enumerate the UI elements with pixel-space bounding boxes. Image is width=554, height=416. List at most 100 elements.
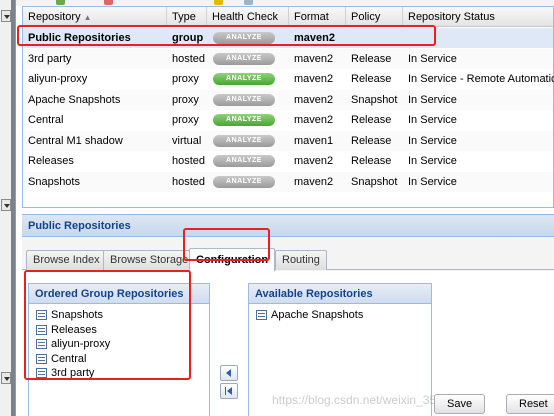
refresh-icon[interactable] xyxy=(244,0,253,5)
analyze-button[interactable]: ANALYZE xyxy=(213,155,275,167)
list-item[interactable]: 3rd party xyxy=(29,366,209,381)
add-icon[interactable] xyxy=(56,0,65,5)
detail-panel-title: Public Repositories xyxy=(22,215,554,237)
analyze-button[interactable]: ANALYZE xyxy=(213,114,275,126)
column-label: Repository Status xyxy=(408,11,495,23)
column-label: Type xyxy=(172,11,196,23)
table-row[interactable]: Central M1 shadow virtual maven1 Release In … xyxy=(23,130,553,151)
list-item[interactable]: Releases xyxy=(29,323,209,338)
type-cell: proxy xyxy=(172,93,199,106)
list-item-label: Apache Snapshots xyxy=(271,309,364,321)
table-row[interactable]: Apache Snapshots proxy maven2 Snapshot In Se… xyxy=(23,89,553,110)
table-row[interactable]: Public Repositories group maven2 ANALYZE xyxy=(23,28,553,48)
collapse-dropdown-icon[interactable] xyxy=(1,10,11,22)
table-row[interactable]: Snapshots hosted maven2 Snapshot In Service A… xyxy=(23,171,553,192)
move-first-button[interactable] xyxy=(220,383,238,399)
column-label: Repository xyxy=(28,11,81,23)
left-panel-edge xyxy=(0,0,16,416)
analyze-button[interactable]: ANALYZE xyxy=(213,32,275,44)
tab-browse-storage[interactable]: Browse Storage xyxy=(103,250,196,270)
type-cell: proxy xyxy=(172,114,199,126)
repository-icon xyxy=(36,324,47,335)
repository-icon xyxy=(256,310,267,320)
format-cell: maven1 xyxy=(294,134,334,147)
column-header-repository-status[interactable]: Repository Status xyxy=(403,7,554,27)
folder-icon[interactable] xyxy=(214,0,223,5)
type-cell: hosted xyxy=(172,155,206,167)
repository-name-cell: 3rd party xyxy=(28,52,72,65)
format-cell: maven2 xyxy=(294,32,335,44)
grid-header: Repository ▲ Type Health Check Format Pol… xyxy=(23,7,553,27)
policy-cell: Release xyxy=(351,52,392,65)
policy-cell: Release xyxy=(351,73,392,85)
table-row[interactable]: Central proxy maven2 Release In Service ANALY… xyxy=(23,110,553,130)
column-header-type[interactable]: Type xyxy=(167,7,207,27)
analyze-button[interactable]: ANALYZE xyxy=(213,52,275,65)
format-cell: maven2 xyxy=(294,52,334,65)
analyze-button[interactable]: ANALYZE xyxy=(213,134,275,147)
available-repositories-title: Available Repositories xyxy=(249,284,431,304)
format-cell: maven2 xyxy=(294,73,334,85)
delete-icon[interactable] xyxy=(104,0,113,5)
ordered-group-title: Ordered Group Repositories xyxy=(29,284,209,304)
repository-name-cell: aliyun-proxy xyxy=(28,73,88,85)
column-header-health-check[interactable]: Health Check xyxy=(207,7,289,27)
repository-name-cell: Snapshots xyxy=(28,175,80,188)
list-item-label: aliyun-proxy xyxy=(51,338,111,351)
policy-cell: Release xyxy=(351,155,392,167)
detail-panel: Public Repositories Browse Index Browse … xyxy=(22,214,554,416)
repository-icon xyxy=(36,310,47,320)
type-cell: hosted xyxy=(172,52,206,65)
tab-strip: Browse Index Browse Storage Configuratio… xyxy=(22,237,554,271)
collapse-dropdown-icon[interactable] xyxy=(1,372,11,384)
save-button[interactable]: Save xyxy=(434,394,486,414)
repository-icon xyxy=(36,353,47,364)
collapse-dropdown-icon[interactable] xyxy=(1,199,11,211)
repository-icon xyxy=(36,368,47,379)
type-cell: group xyxy=(172,32,204,44)
tab-browse-index[interactable]: Browse Index xyxy=(26,250,107,270)
analyze-button[interactable]: ANALYZE xyxy=(213,93,275,106)
column-header-policy[interactable]: Policy xyxy=(346,7,403,27)
analyze-button[interactable]: ANALYZE xyxy=(213,175,275,188)
status-cell: In Service xyxy=(408,175,457,188)
column-header-repository[interactable]: Repository ▲ xyxy=(23,7,167,27)
column-label: Policy xyxy=(351,11,381,23)
table-row[interactable]: 3rd party hosted maven2 Release In Service AN… xyxy=(23,48,553,69)
splitter[interactable] xyxy=(11,0,15,416)
list-item[interactable]: aliyun-proxy xyxy=(29,337,209,352)
status-cell: In Service - Remote Automaticall... xyxy=(408,73,554,85)
status-cell: In Service xyxy=(408,93,457,106)
list-item[interactable]: Apache Snapshots xyxy=(249,308,431,323)
table-row[interactable]: Releases hosted maven2 Release In Service ANA… xyxy=(23,151,553,171)
list-item-label: Releases xyxy=(51,323,97,336)
repository-icon xyxy=(36,339,47,350)
format-cell: maven2 xyxy=(294,93,334,106)
policy-cell: Release xyxy=(351,134,392,147)
reset-button[interactable]: Reset xyxy=(506,394,554,414)
policy-cell: Snapshot xyxy=(351,175,398,188)
type-cell: proxy xyxy=(172,73,199,85)
tab-configuration[interactable]: Configuration xyxy=(189,248,276,271)
list-item[interactable]: Snapshots xyxy=(29,308,209,323)
available-repositories-list: Apache Snapshots xyxy=(249,304,431,323)
table-row[interactable]: aliyun-proxy proxy maven2 Release In Service… xyxy=(23,69,554,89)
list-item[interactable]: Central xyxy=(29,352,209,367)
move-left-button[interactable] xyxy=(220,365,238,381)
sort-asc-icon: ▲ xyxy=(83,13,92,22)
tab-routing[interactable]: Routing xyxy=(275,250,327,270)
analyze-button[interactable]: ANALYZE xyxy=(213,73,275,85)
type-cell: hosted xyxy=(172,175,206,188)
ordered-group-panel: Ordered Group Repositories Snapshots Rele… xyxy=(28,283,210,416)
status-cell: In Service xyxy=(408,155,457,167)
status-cell: In Service xyxy=(408,134,457,147)
policy-cell: Snapshot xyxy=(351,93,398,106)
list-item-label: Central xyxy=(51,352,87,365)
policy-cell xyxy=(346,28,403,48)
list-item-label: 3rd party xyxy=(51,367,95,380)
list-item-label: Snapshots xyxy=(51,309,103,321)
column-label: Health Check xyxy=(212,11,279,23)
format-cell: maven2 xyxy=(294,155,334,167)
column-header-format[interactable]: Format xyxy=(289,7,346,27)
status-cell: In Service xyxy=(408,52,457,65)
